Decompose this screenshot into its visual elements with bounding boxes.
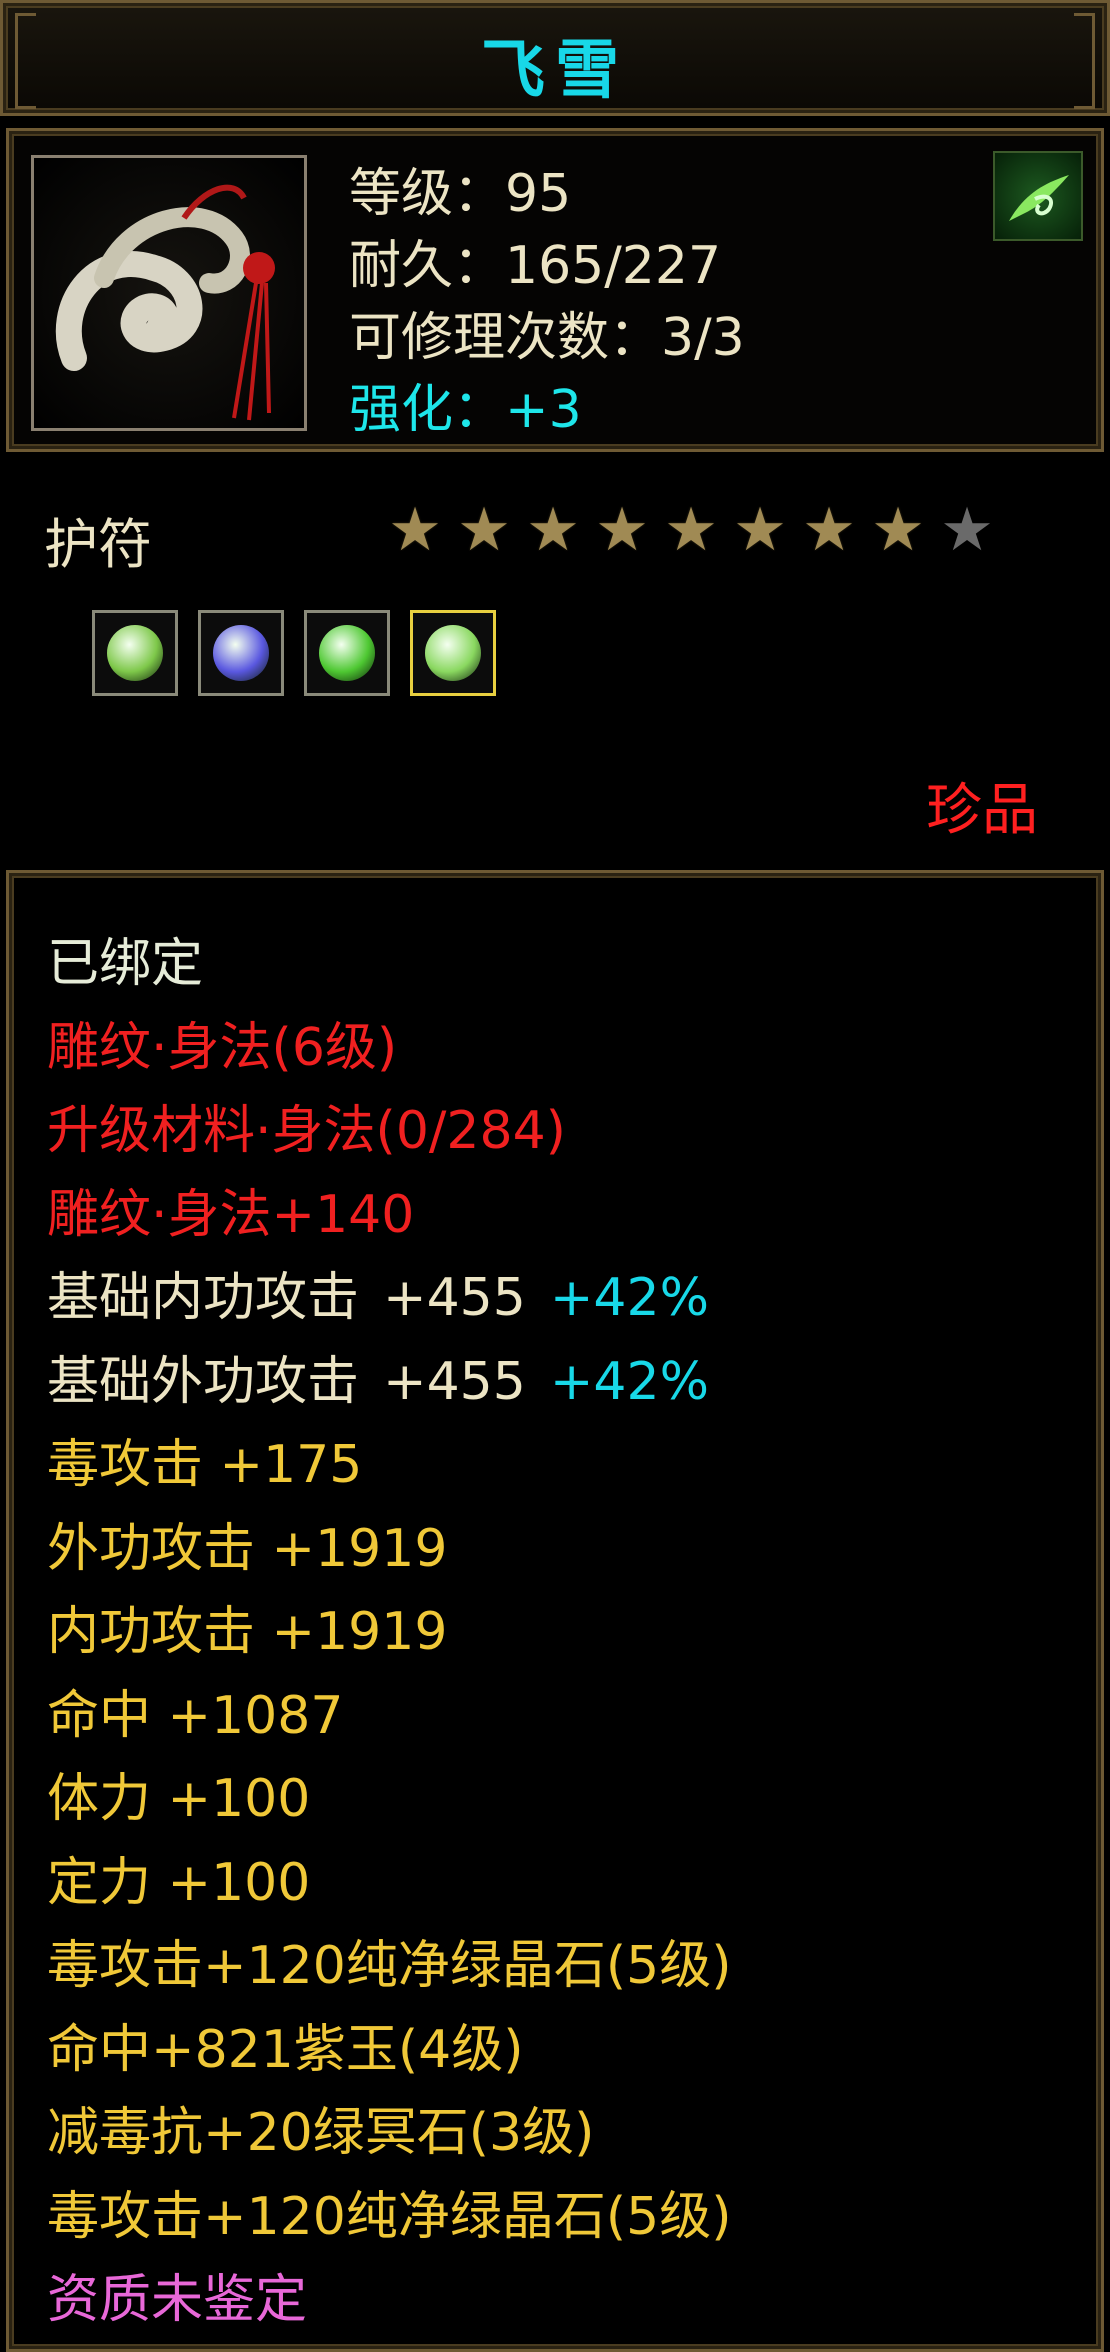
bound-status: 已绑定 (47, 934, 204, 994)
title-bar: 飞雪 (0, 0, 1110, 116)
hit-stat: 命中 +1087 (47, 1685, 344, 1746)
star-empty-icon: ★ (940, 495, 994, 565)
green-crystal-gem-icon (319, 625, 375, 681)
jade-pendant-icon (55, 184, 275, 421)
outer-attack: 外功攻击 +1919 (47, 1518, 448, 1579)
star-filled-icon: ★ (388, 495, 442, 565)
item-header-panel: 等级：95 耐久：165/227 可修理次数：3/3 强化：+3 (6, 128, 1104, 452)
item-detail-panel: 已绑定 雕纹·身法(6级) 升级材料·身法(0/284) 雕纹·身法+140 基… (6, 870, 1104, 2352)
base-outer-attack-pct: +42% (549, 1351, 709, 1412)
star-filled-icon: ★ (802, 495, 856, 565)
gem-bonus-4: 毒攻击+120纯净绿晶石(5级) (47, 2186, 732, 2247)
green-white-gem-icon (425, 625, 481, 681)
gem-slot[interactable] (198, 610, 284, 696)
base-outer-attack-label: 基础外功攻击 (47, 1351, 360, 1412)
focus-stat: 定力 +100 (47, 1852, 311, 1913)
poison-attack: 毒攻击 +175 (47, 1435, 363, 1495)
attribute-list: 已绑定 雕纹·身法(6级) 升级材料·身法(0/284) 雕纹·身法+140 基… (47, 923, 731, 2343)
base-inner-attack-pct: +42% (549, 1268, 709, 1328)
durability-stat: 耐久：165/227 (349, 236, 722, 296)
quality-status: 资质未鉴定 (47, 2270, 308, 2330)
green-white-gem-icon (107, 625, 163, 681)
star-filled-icon: ★ (664, 495, 718, 565)
level-stat: 等级：95 (349, 164, 572, 224)
base-outer-attack: 基础外功攻击 +455 +42% (47, 1341, 731, 1425)
repair-count-stat: 可修理次数：3/3 (349, 308, 745, 368)
star-filled-icon: ★ (595, 495, 649, 565)
carve-level: 雕纹·身法(6级) (47, 1017, 398, 1078)
item-image (31, 155, 307, 431)
star-filled-icon: ★ (733, 495, 787, 565)
star-rating: ★ ★ ★ ★ ★ ★ ★ ★ ★ (384, 500, 1005, 562)
amulet-type-icon (993, 151, 1083, 241)
item-title: 飞雪 (481, 34, 629, 108)
gem-slot[interactable] (304, 610, 390, 696)
upgrade-material: 升级材料·身法(0/284) (47, 1101, 566, 1161)
star-filled-icon: ★ (457, 495, 511, 565)
base-outer-attack-value: +455 (383, 1351, 526, 1412)
rarity-label: 珍品 (926, 778, 1038, 843)
base-inner-attack-label: 基础内功攻击 (47, 1268, 360, 1328)
gem-slot[interactable] (410, 610, 496, 696)
item-category: 护符 (44, 513, 152, 576)
star-filled-icon: ★ (526, 495, 580, 565)
inner-attack: 内功攻击 +1919 (47, 1602, 448, 1662)
base-inner-attack: 基础内功攻击 +455 +42% (47, 1257, 731, 1341)
gem-bonus-1: 毒攻击+120纯净绿晶石(5级) (47, 1936, 732, 1996)
star-filled-icon: ★ (871, 495, 925, 565)
enhance-stat: 强化：+3 (349, 380, 582, 440)
stamina-stat: 体力 +100 (47, 1769, 311, 1829)
base-inner-attack-value: +455 (383, 1268, 526, 1328)
gem-slot[interactable] (92, 610, 178, 696)
carve-bonus: 雕纹·身法+140 (47, 1184, 415, 1245)
gem-bonus-2: 命中+821紫玉(4级) (47, 2019, 524, 2080)
gem-slots (92, 610, 516, 696)
gem-bonus-3: 减毒抗+20绿冥石(3级) (47, 2103, 595, 2163)
blue-purple-gem-icon (213, 625, 269, 681)
